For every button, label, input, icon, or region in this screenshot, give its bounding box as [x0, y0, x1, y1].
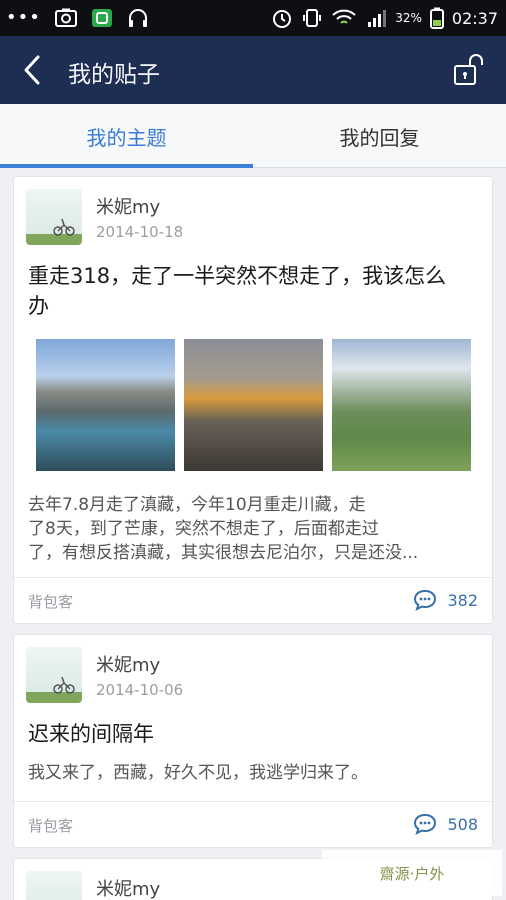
vibrate-icon [303, 9, 322, 27]
post-title-line: 迟来的间隔年 [28, 722, 154, 746]
tab-my-replies[interactable]: 我的回复 [253, 104, 506, 168]
avatar[interactable] [26, 871, 82, 900]
post-author[interactable]: 米妮my [96, 651, 160, 677]
unlock-icon[interactable] [452, 52, 488, 88]
tab-my-topics[interactable]: 我的主题 [0, 104, 253, 168]
page-title: 我的贴子 [68, 62, 160, 88]
post-photo-portrait[interactable] [332, 339, 471, 471]
status-bar-left: ••• [6, 0, 149, 36]
back-arrow-icon[interactable] [20, 54, 46, 86]
post-photos [36, 339, 472, 471]
signal-icon [368, 10, 387, 27]
post-card[interactable]: 米妮my 2014-10-06 迟来的间隔年 我又来了，西藏，好久不见，我逃学归… [13, 634, 493, 848]
alarm-icon [273, 10, 292, 28]
battery-percentage: 32% [395, 11, 422, 25]
post-title[interactable]: 重走318，走了一半突然不想走了，我该怎么 办 [28, 261, 446, 321]
post-excerpt-line: 我又来了，西藏，好久不见，我逃学归来了。 [28, 763, 368, 783]
post-title-line: 重走318，走了一半突然不想走了，我该怎么 [28, 264, 447, 288]
post-author[interactable]: 米妮my [96, 875, 160, 900]
post-photo-lake[interactable] [36, 339, 175, 471]
post-title[interactable]: 迟来的间隔年 [28, 719, 154, 749]
active-tab-indicator [0, 164, 253, 168]
clock-time: 02:37 [451, 8, 498, 28]
shield-app-icon [91, 9, 112, 27]
post-excerpt: 去年7.8月走了滇藏，今年10月重走川藏，走 了8天，到了芒康，突然不想走了，后… [28, 493, 474, 565]
post-footer: 背包客 508 [14, 801, 492, 849]
comment-count: 508 [447, 814, 478, 834]
post-excerpt-line: 去年7.8月走了滇藏，今年10月重走川藏，走 [28, 495, 366, 515]
post-title-line: 办 [28, 294, 49, 318]
navigation-bar: 我的贴子 [0, 36, 506, 104]
battery-icon [429, 7, 444, 29]
bicycle-icon [26, 871, 82, 900]
comment-count-button[interactable]: 382 [413, 589, 478, 611]
post-card[interactable]: 米妮my 2014-10-18 重走318，走了一半突然不想走了，我该怎么 办 … [13, 176, 493, 624]
tab-bar: 我的主题 我的回复 [0, 104, 506, 168]
post-date: 2014-10-18 [96, 223, 184, 241]
screenshot-icon [54, 8, 77, 27]
watermark-logo: 齋源·户外 [322, 850, 502, 896]
comment-count-button[interactable]: 508 [413, 813, 478, 835]
status-bar-right: 32% 02:37 [271, 0, 498, 36]
status-bar: ••• 32% 02:37 [0, 0, 506, 36]
post-excerpt-line: 了8天，到了芒康，突然不想走了，后面都走过 [28, 519, 379, 539]
watermark-text: 齋源·户外 [379, 864, 445, 883]
post-excerpt-line: 了，有想反搭滇藏，其实很想去尼泊尔，只是还没... [28, 543, 419, 563]
bicycle-icon [53, 676, 75, 694]
post-date: 2014-10-06 [96, 681, 184, 699]
post-category[interactable]: 背包客 [28, 591, 73, 612]
headphones-icon [128, 9, 147, 27]
avatar[interactable] [26, 189, 82, 245]
post-photo-mountain-sunset[interactable] [184, 339, 323, 471]
bicycle-icon [53, 218, 75, 236]
post-author[interactable]: 米妮my [96, 193, 160, 219]
comment-bubble-icon [414, 589, 437, 611]
comment-count: 382 [447, 590, 478, 610]
post-footer: 背包客 382 [14, 577, 492, 625]
wifi-icon [332, 9, 356, 24]
comment-bubble-icon [414, 813, 437, 835]
avatar[interactable] [26, 647, 82, 703]
post-excerpt: 我又来了，西藏，好久不见，我逃学归来了。 [28, 761, 474, 785]
more-notifications-icon: ••• [6, 7, 41, 28]
post-category[interactable]: 背包客 [28, 815, 73, 836]
